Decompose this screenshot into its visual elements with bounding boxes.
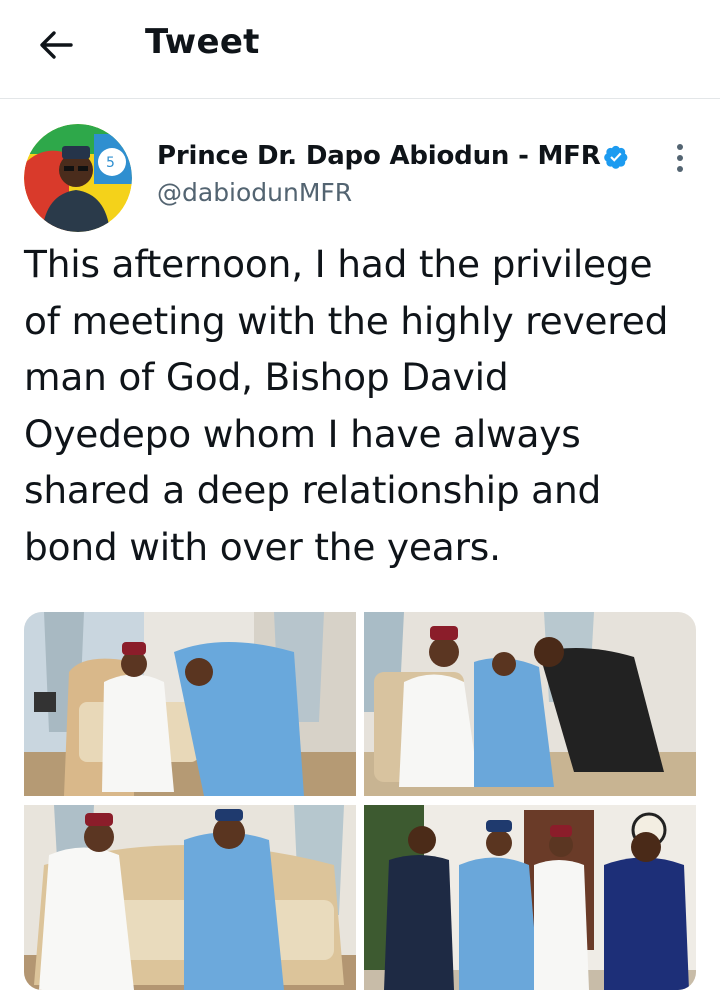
tweet-photo-1[interactable] [24,612,356,796]
verified-badge-icon [604,145,628,169]
page-title: Tweet [145,22,260,62]
svg-text:5: 5 [106,155,115,171]
tweet-photo-3[interactable] [24,805,356,990]
arrow-left-icon [40,31,73,59]
tweet-photo-4[interactable] [364,805,696,990]
top-bar: Tweet [0,0,720,99]
more-options-button[interactable] [667,140,693,176]
more-dot-icon [677,155,683,161]
more-dot-icon [677,144,683,150]
tweet-text: This afternoon, I had the privilege of m… [24,242,669,569]
tweet-photo-2[interactable] [364,612,696,796]
back-button[interactable] [34,25,78,65]
more-dot-icon [677,166,683,172]
author-avatar[interactable]: 5 [24,124,132,232]
author-name[interactable]: Prince Dr. Dapo Abiodun - MFR [157,141,601,171]
author-handle[interactable]: @dabiodunMFR [157,178,352,207]
tweet-media-grid [24,612,696,990]
